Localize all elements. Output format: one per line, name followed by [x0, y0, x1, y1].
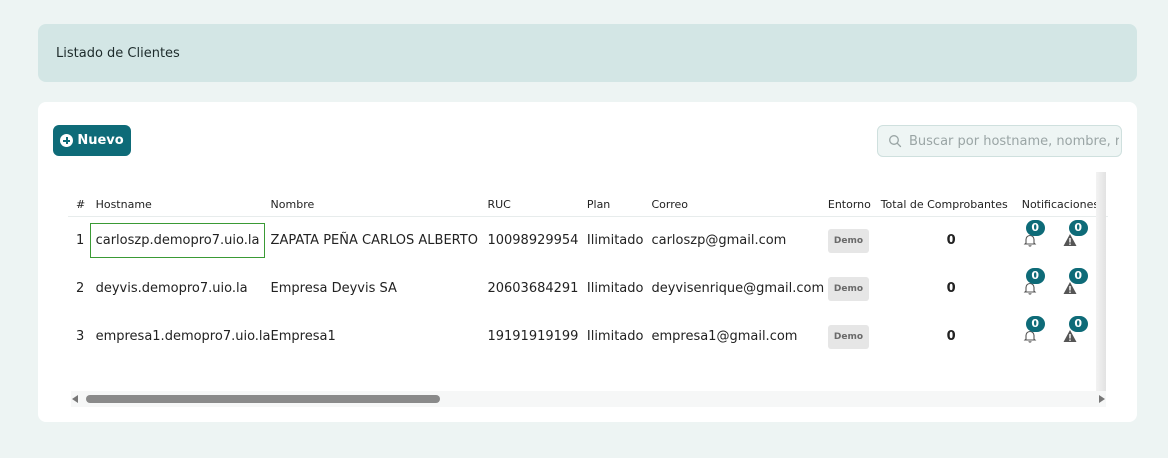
entorno-badge: Demo: [827, 228, 870, 253]
search-icon: [889, 135, 902, 148]
scroll-right-arrow-icon[interactable]: [1099, 395, 1105, 403]
warning-count-badge: 0: [1068, 219, 1088, 236]
new-client-button[interactable]: Nuevo: [53, 125, 131, 156]
row-number: 3: [76, 329, 85, 344]
col-header-hostname[interactable]: Hostname: [95, 182, 271, 217]
ruc-cell: 10098929954: [487, 233, 579, 248]
scrollbar-thumb[interactable]: [86, 395, 440, 403]
table-row[interactable]: 1 carloszp.demopro7.uio.la ZAPATA PEÑA C…: [68, 216, 1108, 265]
table-row[interactable]: 2 deyvis.demopro7.uio.la Empresa Deyvis …: [68, 265, 1108, 313]
search-box: [877, 125, 1122, 157]
bell-count-badge: 0: [1025, 315, 1045, 332]
plan-cell: Ilimitado: [586, 281, 644, 296]
vertical-scroll-shadow: [1096, 172, 1106, 407]
col-header-nombre[interactable]: Nombre: [270, 182, 488, 217]
bell-count-badge: 0: [1025, 267, 1045, 284]
clients-card: Nuevo # Hostname Nombre RUC Plan Correo …: [38, 102, 1137, 422]
warning-count-badge: 0: [1068, 267, 1088, 284]
ruc-cell: 19191919199: [487, 329, 579, 344]
scroll-left-arrow-icon[interactable]: [72, 395, 78, 403]
total-cell: 0: [946, 233, 956, 248]
nombre-cell: Empresa1: [270, 329, 336, 344]
total-cell: 0: [946, 329, 956, 344]
hostname-cell[interactable]: empresa1.demopro7.uio.la: [96, 313, 271, 361]
col-header-ruc[interactable]: RUC: [487, 182, 587, 217]
col-header-entorno[interactable]: Entorno: [827, 182, 881, 217]
search-input[interactable]: [909, 133, 1119, 149]
correo-cell: carloszp@gmail.com: [651, 233, 787, 248]
plus-circle-icon: [60, 134, 74, 147]
entorno-badge: Demo: [827, 276, 870, 301]
horizontal-scrollbar[interactable]: [71, 391, 1106, 407]
plan-cell: Ilimitado: [586, 329, 644, 344]
hostname-cell[interactable]: carloszp.demopro7.uio.la: [89, 223, 266, 258]
clients-table: # Hostname Nombre RUC Plan Correo Entorn…: [68, 182, 1108, 361]
total-cell: 0: [946, 281, 956, 296]
entorno-badge: Demo: [827, 324, 870, 349]
row-number: 2: [76, 281, 85, 296]
col-header-correo[interactable]: Correo: [651, 182, 828, 217]
table-header-row: # Hostname Nombre RUC Plan Correo Entorn…: [68, 182, 1108, 217]
page-title: Listado de Clientes: [56, 45, 180, 61]
col-header-plan[interactable]: Plan: [586, 182, 652, 217]
col-header-total[interactable]: Total de Comprobantes: [880, 182, 1022, 217]
correo-cell: deyvisenrique@gmail.com: [651, 281, 825, 296]
correo-cell: empresa1@gmail.com: [651, 329, 798, 344]
nombre-cell: ZAPATA PEÑA CARLOS ALBERTO: [270, 233, 478, 248]
new-button-label: Nuevo: [77, 133, 124, 148]
warning-count-badge: 0: [1068, 315, 1088, 332]
hostname-cell[interactable]: deyvis.demopro7.uio.la: [96, 265, 271, 313]
ruc-cell: 20603684291: [487, 281, 579, 296]
nombre-cell: Empresa Deyvis SA: [270, 281, 397, 296]
plan-cell: Ilimitado: [586, 233, 644, 248]
col-header-number: #: [68, 182, 96, 217]
table-row[interactable]: 3 empresa1.demopro7.uio.la Empresa1 1919…: [68, 313, 1108, 361]
bell-count-badge: 0: [1025, 219, 1045, 236]
clients-table-container: # Hostname Nombre RUC Plan Correo Entorn…: [68, 182, 1108, 402]
page-header: Listado de Clientes: [38, 24, 1137, 82]
